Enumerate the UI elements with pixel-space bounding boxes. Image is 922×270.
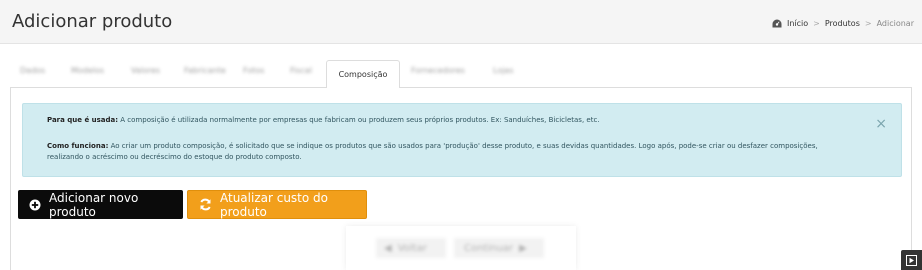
tab-fabricante[interactable]: Fabricante [184,66,228,86]
plus-circle-icon [29,199,41,211]
add-product-button[interactable]: Adicionar novo produto [18,190,183,219]
breadcrumb-separator: > [813,19,820,28]
wizard-navigation: ◀ Voltar Continuar ▶ [346,226,576,270]
info-alert: Para que é usada: A composição é utiliza… [22,103,902,177]
tab-modelos[interactable]: Modelos [71,66,109,86]
alert-usage-text: Para que é usada: A composição é utiliza… [47,115,847,126]
breadcrumb-home-link[interactable]: Início [787,19,808,28]
page-header: Adicionar produto Início > Produtos > Ad… [0,0,922,44]
alert-usage-body: A composição é utilizada normalmente por… [118,116,600,124]
dashboard-icon [772,19,782,28]
alert-how-text: Como funciona: Ao criar um produto compo… [47,141,847,163]
close-icon[interactable]: × [875,117,887,131]
breadcrumb-products-link[interactable]: Produtos [825,19,860,28]
breadcrumb-current: Adicionar [876,19,914,28]
alert-how-label: Como funciona: [47,142,109,150]
arrow-right-icon: ▶ [519,242,527,254]
wizard-back-label: Voltar [397,242,427,254]
tab-fornecedores[interactable]: Fornecedores [411,66,471,86]
breadcrumb: Início > Produtos > Adicionar [772,19,914,28]
page-title: Adicionar produto [12,11,173,32]
add-product-label: Adicionar novo produto [49,190,139,219]
refresh-icon [199,198,212,211]
update-cost-label: Atualizar custo do produto [220,190,329,219]
arrow-left-icon: ◀ [384,242,392,254]
update-cost-button[interactable]: Atualizar custo do produto [187,190,367,219]
wizard-next-button[interactable]: Continuar ▶ [454,238,544,258]
breadcrumb-separator: > [864,19,872,28]
tab-valores[interactable]: Valores [131,66,167,86]
play-icon[interactable] [901,250,922,270]
tab-fotos[interactable]: Fotos [243,66,271,86]
alert-usage-label: Para que é usada: [47,116,119,124]
tab-composicao[interactable]: Composição [326,60,400,89]
tab-lojas[interactable]: Lojas [493,66,521,86]
wizard-next-label: Continuar [464,242,514,254]
tab-bar: Dados Modelos Valores Fabricante Fotos F… [10,60,912,89]
alert-how-body: Ao criar um produto composição, é solici… [47,142,818,161]
tab-dados[interactable]: Dados [20,66,50,86]
wizard-back-button[interactable]: ◀ Voltar [376,238,446,258]
tab-fiscal[interactable]: Fiscal [290,66,318,86]
